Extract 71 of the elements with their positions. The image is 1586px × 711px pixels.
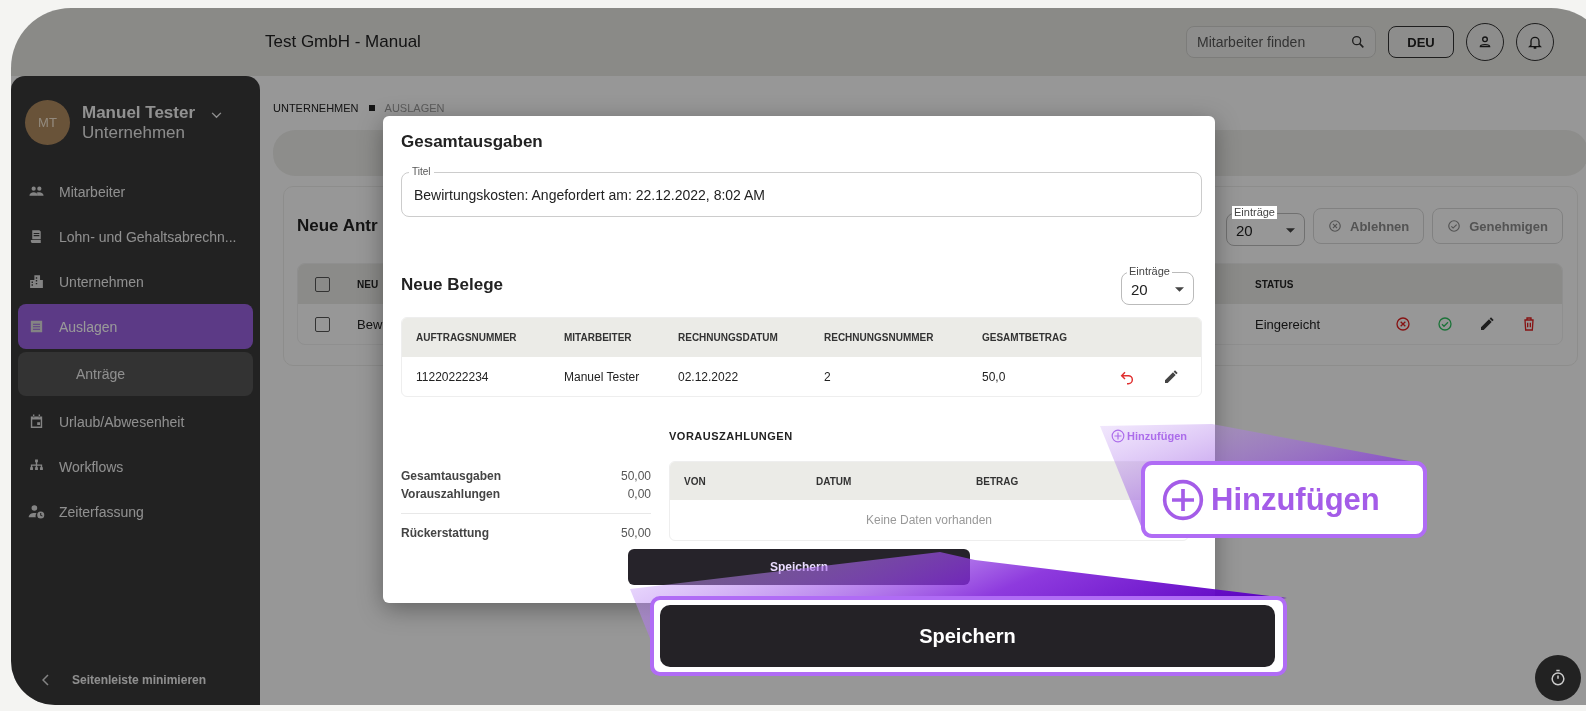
table-cell-text: 50,0 <box>982 369 1007 384</box>
check-circle-icon <box>1447 219 1462 233</box>
entries-select[interactable]: Einträge 20 <box>1225 206 1305 246</box>
status-cell-text: Eingereicht <box>1255 316 1322 332</box>
caret-icon <box>1175 286 1184 292</box>
save-button[interactable]: Speichern <box>660 605 1275 667</box>
user-name: Manuel Tester <box>82 102 196 123</box>
buildings-icon <box>28 273 45 290</box>
app-title: Test GmbH - Manual <box>265 32 421 52</box>
search-field[interactable]: Mitarbeiter finden <box>1186 26 1376 58</box>
summary-value: 0,00 <box>627 486 651 503</box>
close-circle-icon <box>1328 219 1342 233</box>
language-button[interactable]: DEU <box>1388 26 1454 58</box>
nav-item[interactable]: Zeiterfassung <box>18 489 253 534</box>
pencil-icon[interactable] <box>1163 368 1179 385</box>
trash-icon[interactable] <box>1521 316 1537 332</box>
stopwatch-icon <box>1548 668 1568 688</box>
user-role: Unternehmen <box>82 122 186 143</box>
column-header[interactable]: MITARBEITER <box>564 332 678 343</box>
column-header[interactable]: STATUS <box>1255 278 1395 290</box>
list-icon <box>28 318 45 335</box>
summary-label: Rückerstattung <box>401 525 489 542</box>
entries-select[interactable]: Einträge 20 <box>1120 265 1194 305</box>
notifications-button[interactable] <box>1516 23 1554 61</box>
table-cell: Bew <box>357 316 383 332</box>
breadcrumb-separator <box>368 105 375 111</box>
search-icon <box>1350 34 1366 50</box>
section-title: Neue Belege <box>401 275 504 295</box>
caret-icon <box>1286 227 1295 233</box>
plus-circle-icon <box>1161 477 1205 522</box>
chevron-left-icon <box>42 674 50 686</box>
dialog-title: Gesamtausgaben <box>401 132 544 152</box>
nav-item[interactable]: Workflows <box>18 444 253 489</box>
profile-button[interactable] <box>1466 23 1504 61</box>
section-title: VORAUSZAHLUNGEN <box>669 430 793 442</box>
column-header[interactable]: RECHNUNGSNUMMER <box>824 332 982 343</box>
empty-message: Keine Daten vorhanden <box>865 513 993 527</box>
pencil-icon[interactable] <box>1479 316 1495 332</box>
nav-item[interactable]: Urlaub/Abwesenheit <box>18 399 253 444</box>
reject-icon[interactable] <box>1395 316 1411 332</box>
table-cell-text: Manuel Tester <box>564 369 641 384</box>
column-header[interactable]: VON <box>684 475 816 487</box>
nav-item[interactable]: Mitarbeiter <box>18 169 253 214</box>
summary-label: Gesamtausgaben <box>401 468 502 485</box>
card-title: Neue Antr <box>297 216 378 236</box>
user-icon <box>1477 34 1493 50</box>
bell-icon <box>1527 34 1543 50</box>
column-header[interactable]: AUFTRAGSNUMMER <box>416 332 564 343</box>
table-cell-text: 02.12.2022 <box>678 369 740 384</box>
calendar-icon <box>28 413 45 430</box>
summary-value: 50,00 <box>620 525 651 542</box>
breadcrumb-item[interactable]: UNTERNEHMEN <box>273 102 359 114</box>
table-cell-text: 11220222234 <box>416 369 490 384</box>
summary-value: 50,00 <box>620 468 651 485</box>
nav-item[interactable]: Auslagen <box>18 304 253 349</box>
nav-subitem[interactable]: Anträge <box>18 352 253 396</box>
nav-item[interactable]: Unternehmen <box>18 259 253 304</box>
column-header[interactable]: DATUM <box>816 475 976 487</box>
checkbox[interactable] <box>315 276 330 292</box>
column-header[interactable]: RECHNUNGSDATUM <box>678 332 824 343</box>
column-header[interactable]: GESAMTBETRAG <box>982 332 1095 343</box>
field-label: Titel <box>409 166 434 178</box>
collapse-sidebar-button[interactable]: Seitenleiste minimieren <box>18 673 253 687</box>
nav-item[interactable]: Lohn- und Gehaltsabrechn... <box>18 214 253 259</box>
table-cell-text: 2 <box>824 369 832 384</box>
summary-label: Vorauszahlungen <box>401 486 501 503</box>
add-label: Hinzufügen <box>1211 481 1380 518</box>
chevron-down-icon[interactable] <box>211 112 223 119</box>
checkbox[interactable] <box>315 316 330 332</box>
column-header[interactable]: NEU <box>357 278 379 290</box>
person-clock-icon <box>28 503 45 520</box>
